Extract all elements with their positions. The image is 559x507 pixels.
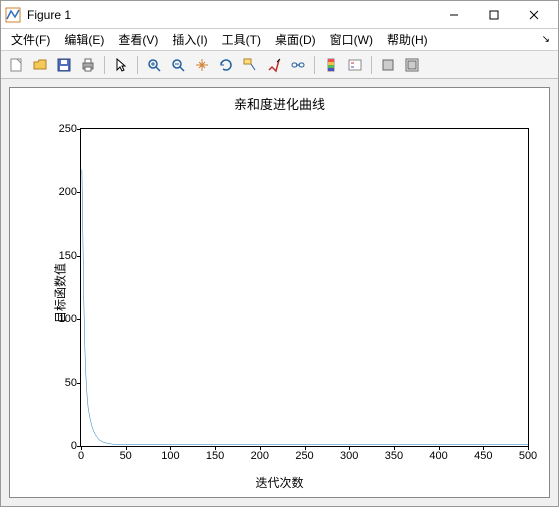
plot-area: 亲和度进化曲线 目标函数值 迭代次数 050100150200250050100… <box>1 79 558 506</box>
axes[interactable]: 0501001502002500501001502002503003504004… <box>80 128 529 447</box>
close-button[interactable] <box>514 2 554 28</box>
y-tick-mark <box>77 319 81 320</box>
dock-button[interactable] <box>401 54 423 76</box>
pan-button[interactable] <box>191 54 213 76</box>
x-tick-mark <box>394 446 395 450</box>
x-tick-mark <box>349 446 350 450</box>
toolbar-separator <box>137 56 138 74</box>
legend-button[interactable] <box>344 54 366 76</box>
titlebar: Figure 1 <box>1 1 558 29</box>
app-icon <box>5 7 21 23</box>
zoom-out-button[interactable] <box>167 54 189 76</box>
x-tick-mark <box>260 446 261 450</box>
open-button[interactable] <box>29 54 51 76</box>
link-button[interactable] <box>287 54 309 76</box>
x-tick-mark <box>439 446 440 450</box>
maximize-button[interactable] <box>474 2 514 28</box>
x-tick-mark <box>305 446 306 450</box>
toolbar <box>1 51 558 79</box>
x-tick-mark <box>81 446 82 450</box>
menu-view[interactable]: 查看(V) <box>112 29 164 50</box>
data-cursor-button[interactable] <box>239 54 261 76</box>
menu-file[interactable]: 文件(F) <box>5 29 56 50</box>
save-button[interactable] <box>53 54 75 76</box>
y-tick-mark <box>77 129 81 130</box>
x-axis-label: 迭代次数 <box>255 474 303 491</box>
x-tick-mark <box>528 446 529 450</box>
menu-desktop[interactable]: 桌面(D) <box>269 29 322 50</box>
rotate-button[interactable] <box>215 54 237 76</box>
x-tick-mark <box>483 446 484 450</box>
zoom-in-button[interactable] <box>143 54 165 76</box>
window-buttons <box>434 2 554 28</box>
x-tick-mark <box>126 446 127 450</box>
menu-chevron-icon[interactable]: ↘ <box>538 34 554 45</box>
menu-insert[interactable]: 插入(I) <box>166 29 213 50</box>
colorbar-button[interactable] <box>320 54 342 76</box>
x-tick-mark <box>170 446 171 450</box>
toolbar-separator <box>314 56 315 74</box>
hide-tools-button[interactable] <box>377 54 399 76</box>
window-title: Figure 1 <box>27 8 434 22</box>
menubar: 文件(F) 编辑(E) 查看(V) 插入(I) 工具(T) 桌面(D) 窗口(W… <box>1 29 558 51</box>
menu-edit[interactable]: 编辑(E) <box>58 29 110 50</box>
x-tick-mark <box>215 446 216 450</box>
chart-title: 亲和度进化曲线 <box>10 88 549 113</box>
menu-help[interactable]: 帮助(H) <box>381 29 434 50</box>
line-plot <box>81 129 528 446</box>
plot-panel: 亲和度进化曲线 目标函数值 迭代次数 050100150200250050100… <box>9 87 550 498</box>
menu-tools[interactable]: 工具(T) <box>216 29 267 50</box>
minimize-button[interactable] <box>434 2 474 28</box>
figure-window: Figure 1 文件(F) 编辑(E) 查看(V) 插入(I) 工具(T) 桌… <box>0 0 559 507</box>
brush-button[interactable] <box>263 54 285 76</box>
menu-window[interactable]: 窗口(W) <box>324 29 379 50</box>
y-tick-mark <box>77 383 81 384</box>
y-tick-mark <box>77 192 81 193</box>
toolbar-separator <box>104 56 105 74</box>
y-tick-mark <box>77 256 81 257</box>
pointer-button[interactable] <box>110 54 132 76</box>
print-button[interactable] <box>77 54 99 76</box>
toolbar-separator <box>371 56 372 74</box>
new-figure-button[interactable] <box>5 54 27 76</box>
